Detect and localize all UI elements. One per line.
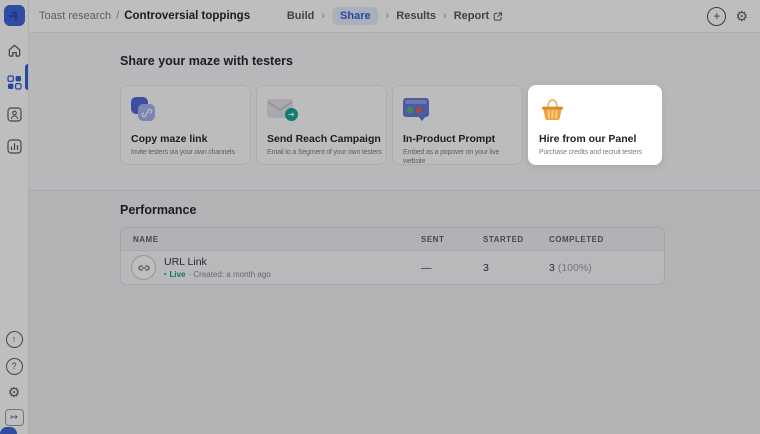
completed-count: 3 bbox=[549, 261, 555, 274]
sidebar-nav bbox=[0, 40, 28, 156]
maze-step-tabs: Build › Share › Results › Report bbox=[287, 7, 502, 25]
corner-widget-blob bbox=[0, 427, 17, 434]
send-arrow-badge: ➔ bbox=[285, 108, 298, 121]
sidebar-item-home[interactable] bbox=[4, 40, 24, 60]
share-section: Share your maze with testers Copy maze l… bbox=[29, 33, 760, 190]
header-actions: + ⚙ bbox=[707, 6, 748, 26]
live-status-dot: ▪ bbox=[164, 270, 167, 278]
sent-value: — bbox=[421, 261, 432, 274]
share-cards: Copy maze link Invite testers via your o… bbox=[120, 85, 662, 165]
card-title: Hire from our Panel bbox=[539, 133, 637, 145]
completed-percent: (100%) bbox=[557, 261, 592, 274]
sidebar-footer: ↑ ? ⚙ ↦ bbox=[0, 331, 28, 426]
help-icon: ? bbox=[11, 361, 17, 371]
sidebar-item-projects[interactable] bbox=[4, 72, 24, 92]
card-send-reach-campaign[interactable]: ➔ Send Reach Campaign Email to a Segment… bbox=[256, 85, 387, 165]
card-description: Email to a Segment of your own testers bbox=[267, 149, 382, 156]
up-arrow-icon: ↑ bbox=[11, 334, 17, 344]
chain-link-icon bbox=[141, 108, 152, 117]
completed-value: 3 (100%) bbox=[549, 262, 664, 274]
live-status-label: Live bbox=[169, 269, 186, 279]
card-title: In-Product Prompt bbox=[403, 133, 496, 145]
started-value: 3 bbox=[483, 261, 489, 274]
column-header-completed: COMPLETED bbox=[549, 234, 604, 244]
breadcrumb: Toast research / Controversial toppings bbox=[39, 10, 250, 22]
help-button[interactable]: ? bbox=[5, 358, 23, 375]
breadcrumb-project[interactable]: Toast research bbox=[39, 10, 111, 22]
tab-build[interactable]: Build bbox=[287, 10, 315, 22]
tab-report[interactable]: Report bbox=[454, 10, 502, 22]
performance-title: Performance bbox=[120, 203, 197, 217]
tab-report-label: Report bbox=[453, 10, 490, 22]
tab-chevron-icon: › bbox=[321, 10, 326, 22]
column-header-name: NAME bbox=[133, 234, 159, 244]
row-name: URL Link bbox=[164, 256, 207, 269]
card-description: Invite testers via your own channels bbox=[131, 149, 235, 156]
card-hire-from-panel[interactable]: Hire from our Panel Purchase credits and… bbox=[528, 85, 662, 165]
gear-icon: ⚙ bbox=[735, 8, 748, 24]
card-description: Embed as a popover on your live website bbox=[403, 149, 500, 165]
bar-chart-icon bbox=[6, 138, 22, 154]
card-in-product-prompt[interactable]: In-Product Prompt Embed as a popover on … bbox=[392, 85, 523, 165]
shopping-basket-icon bbox=[539, 96, 651, 126]
performance-section: Performance NAME SENT STARTED COMPLETED … bbox=[29, 190, 760, 434]
card-title: Send Reach Campaign bbox=[267, 133, 381, 145]
projects-grid-icon bbox=[6, 74, 22, 90]
collapse-icon: ↦ bbox=[10, 412, 18, 422]
external-link-icon bbox=[493, 11, 502, 21]
share-section-title: Share your maze with testers bbox=[120, 54, 293, 68]
sidebar: ↑ ? ⚙ ↦ bbox=[0, 0, 29, 434]
maze-settings-button[interactable]: ⚙ bbox=[735, 9, 748, 23]
sidebar-settings-button[interactable]: ⚙ bbox=[8, 385, 21, 399]
home-icon bbox=[8, 44, 20, 57]
card-title: Copy maze link bbox=[131, 133, 208, 145]
sidebar-item-reports[interactable] bbox=[4, 136, 24, 156]
team-icon bbox=[6, 106, 22, 122]
link-icon bbox=[137, 264, 150, 271]
top-header: Toast research / Controversial toppings … bbox=[29, 0, 760, 33]
collapse-sidebar-button[interactable]: ↦ bbox=[4, 409, 24, 426]
url-link-circle bbox=[131, 255, 156, 280]
link-squares-icon bbox=[131, 96, 240, 126]
upgrade-button[interactable]: ↑ bbox=[5, 331, 23, 348]
basket-icon bbox=[542, 98, 563, 120]
tab-results[interactable]: Results bbox=[396, 10, 436, 22]
browser-popover-icon bbox=[403, 96, 512, 126]
row-name-block: URL Link ▪ Live · Created: a month ago bbox=[164, 256, 271, 279]
plus-icon: + bbox=[713, 8, 721, 23]
card-copy-maze-link[interactable]: Copy maze link Invite testers via your o… bbox=[120, 85, 251, 165]
page-title: Controversial toppings bbox=[124, 10, 251, 22]
row-meta: ▪ Live · Created: a month ago bbox=[164, 270, 271, 279]
tab-share[interactable]: Share bbox=[332, 7, 379, 25]
send-arrow-icon: ➔ bbox=[288, 109, 295, 119]
envelope-send-icon: ➔ bbox=[267, 96, 376, 126]
maze-logo-glyph bbox=[8, 11, 18, 21]
table-row[interactable]: URL Link ▪ Live · Created: a month ago —… bbox=[121, 251, 664, 284]
column-header-sent: SENT bbox=[421, 234, 445, 244]
invite-plus-button[interactable]: + bbox=[707, 6, 727, 26]
card-description: Purchase credits and recruit testers bbox=[539, 149, 642, 156]
gear-icon: ⚙ bbox=[7, 384, 21, 400]
active-nav-indicator bbox=[25, 64, 28, 90]
maze-logo[interactable] bbox=[4, 5, 25, 26]
sidebar-item-team[interactable] bbox=[4, 104, 24, 124]
row-name-cell: URL Link ▪ Live · Created: a month ago bbox=[121, 255, 421, 280]
created-meta: · Created: a month ago bbox=[188, 269, 271, 279]
tab-chevron-icon: › bbox=[443, 10, 447, 22]
app-window: ↑ ? ⚙ ↦ Toast research / Controversial t… bbox=[0, 0, 760, 434]
performance-table: NAME SENT STARTED COMPLETED URL Link ▪ L… bbox=[120, 227, 665, 285]
column-header-started: STARTED bbox=[483, 234, 524, 244]
tab-chevron-icon: › bbox=[385, 10, 390, 22]
breadcrumb-separator: / bbox=[116, 10, 120, 22]
table-header-row: NAME SENT STARTED COMPLETED bbox=[121, 228, 664, 251]
